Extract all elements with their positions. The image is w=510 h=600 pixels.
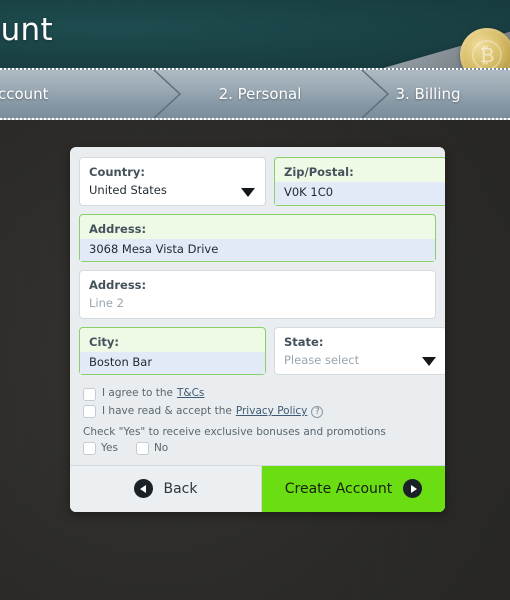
step-progress-bar: Account 2. Personal 3. Billing (0, 68, 510, 120)
terms-consent-row[interactable]: I agree to the T&Cs (83, 387, 434, 401)
zip-label: Zip/Postal: (284, 165, 354, 179)
chevron-down-icon[interactable] (241, 187, 255, 197)
arrow-right-icon (403, 479, 423, 499)
city-field[interactable]: City: Boston Bar (79, 326, 266, 376)
terms-label: I agree to the T&Cs (102, 387, 204, 401)
country-label: Country: (89, 165, 145, 179)
form-footer: Back Create Account (70, 464, 445, 512)
city-label: City: (89, 334, 119, 349)
promo-yes-checkbox[interactable] (83, 441, 96, 455)
form-row: Address: Line 2 (79, 270, 436, 319)
terms-text: I agree to the (102, 387, 173, 400)
chevron-down-icon[interactable] (422, 357, 436, 367)
create-account-label: Create Account (284, 480, 393, 497)
zip-value: V0K 1C0 (275, 181, 445, 205)
consent-section: I agree to the T&Cs I have read & accept… (79, 383, 436, 456)
step-item-personal[interactable]: 2. Personal (160, 70, 360, 118)
coin-glyph: ₿ (479, 43, 495, 67)
step-label: 2. Personal (218, 85, 302, 103)
address2-label: Address: (89, 278, 147, 293)
page-title: count (0, 12, 53, 48)
back-button-label: Back (163, 480, 198, 497)
back-button[interactable]: Back (70, 465, 262, 512)
help-icon[interactable]: ? (311, 405, 324, 418)
zip-field[interactable]: Zip/Postal: V0K 1C0 (274, 157, 445, 206)
promo-yes-option[interactable]: Yes (83, 441, 118, 455)
privacy-checkbox[interactable] (83, 405, 96, 419)
promo-options: Yes No (83, 441, 434, 455)
promo-description: Check "Yes" to receive exclusive bonuses… (83, 425, 386, 438)
privacy-consent-row[interactable]: I have read & accept the Privacy Policy … (83, 405, 434, 419)
promo-no-label: No (153, 442, 169, 455)
form-body: Country: United States Zip/Postal: V0K 1… (70, 147, 445, 465)
step-item-account[interactable]: Account (0, 70, 160, 118)
address2-value: Line 2 (89, 296, 124, 311)
privacy-text: I have read & accept the (102, 405, 232, 418)
promo-no-checkbox[interactable] (135, 441, 149, 455)
state-field[interactable]: State: Please select (274, 326, 445, 376)
address1-value: 3068 Mesa Vista Drive (80, 238, 435, 262)
create-account-button[interactable]: Create Account (262, 465, 445, 512)
city-value: Boston Bar (80, 351, 265, 375)
address2-field[interactable]: Address: Line 2 (79, 270, 436, 319)
step-label: Account (0, 85, 49, 103)
form-row: City: Boston Bar State: Please select (79, 326, 445, 376)
country-value: United States (89, 182, 167, 197)
terms-checkbox[interactable] (83, 387, 96, 401)
form-row: Country: United States Zip/Postal: V0K 1… (79, 157, 445, 206)
privacy-label: I have read & accept the Privacy Policy … (102, 405, 324, 419)
arrow-left-icon (133, 479, 153, 499)
address1-label: Address: (89, 221, 147, 236)
step-item-billing[interactable]: 3. Billing (360, 70, 510, 118)
state-value: Please select (284, 352, 360, 367)
country-field[interactable]: Country: United States (79, 157, 266, 206)
privacy-policy-link[interactable]: Privacy Policy (236, 405, 308, 419)
terms-link[interactable]: T&Cs (177, 387, 204, 401)
gold-coin-icon: ₿ (460, 28, 510, 68)
promo-yes-label: Yes (101, 442, 118, 455)
step-label: 3. Billing (395, 85, 461, 103)
hero-banner: ₿ count (0, 0, 510, 68)
address1-field[interactable]: Address: 3068 Mesa Vista Drive (79, 213, 436, 263)
billing-form-card: Country: United States Zip/Postal: V0K 1… (70, 147, 445, 512)
form-row: Address: 3068 Mesa Vista Drive (79, 213, 436, 263)
credit-card-graphic (352, 30, 510, 68)
promo-no-option[interactable]: No (135, 441, 169, 455)
state-label: State: (284, 334, 324, 349)
